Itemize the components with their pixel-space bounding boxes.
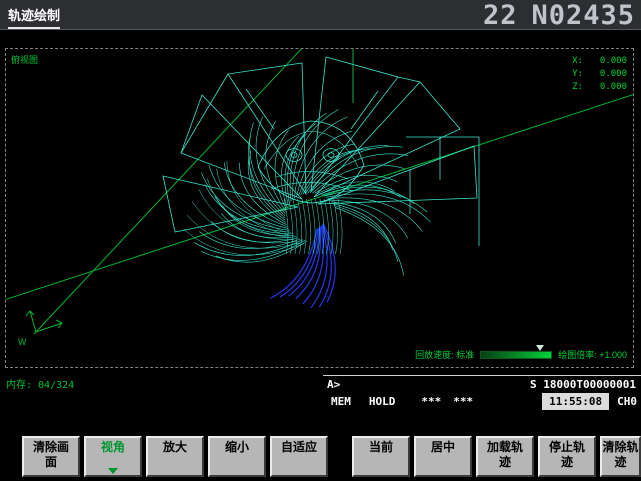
status-flag-2: *** [453,395,473,408]
playback-slider[interactable] [480,351,552,359]
status-flag-1: *** [421,395,441,408]
program-count: 22 [483,0,518,31]
graphics-panel: W 俯视图 X:0.000 Y:0.000 Z:0.000 回放速度: 标准 绘… [5,48,634,368]
softkey-auto-fit[interactable]: 自适应 [270,436,328,477]
softkey-clear-screen[interactable]: 清除画面 [22,436,80,477]
spindle-tool-readout: S 18000T00000001 [530,378,636,391]
status-mode: MEM [331,395,351,408]
page-title: 轨迹绘制 [8,5,60,29]
mdi-separator [323,375,641,376]
block-number: N02435 [531,0,635,31]
softkey-view-angle[interactable]: 视角 [84,436,142,477]
softkey-center[interactable]: 居中 [414,436,472,477]
chevron-down-icon [108,468,118,474]
softkey-clear-trace[interactable]: 清除轨迹 [600,436,641,477]
softkey-zoom-out[interactable]: 缩小 [208,436,266,477]
softkey-stop-trace[interactable]: 停止轨迹 [538,436,596,477]
coord-row-x: X:0.000 [572,55,627,68]
axis-w-label: W [18,337,27,347]
playback-bar: 回放速度: 标准 绘图倍率: +1.000 [415,348,627,361]
view-label: 俯视图 [11,53,38,66]
coord-row-z: Z:0.000 [572,81,627,94]
status-bar: MEM HOLD *** *** 11:55:08 CH0 [323,392,641,411]
coord-row-y: Y:0.000 [572,68,627,81]
slider-marker-icon[interactable] [536,345,544,351]
mdi-prompt[interactable]: A> [327,378,340,391]
draw-ratio-label: 绘图倍率: +1.000 [558,348,627,361]
status-hold: HOLD [369,395,396,408]
playback-speed-label: 回放速度: 标准 [415,348,474,361]
coords-readout: X:0.000 Y:0.000 Z:0.000 [572,55,627,94]
softkey-load-trace[interactable]: 加载轨迹 [476,436,534,477]
softkey-zoom-in[interactable]: 放大 [146,436,204,477]
clock: 11:55:08 [542,393,609,410]
softkey-current[interactable]: 当前 [352,436,410,477]
toolpath-svg: W [6,49,633,367]
softkey-bar: 清除画面 视角 放大 缩小 自适应 当前 居中 加载轨迹 停止轨迹 清除轨迹 [0,412,641,481]
memory-counter: 内存: 04/324 [6,376,74,391]
channel-label: CH0 [617,395,637,408]
program-number: 22 N02435 [483,0,635,30]
window-header: 轨迹绘制 22 N02435 [0,0,641,30]
